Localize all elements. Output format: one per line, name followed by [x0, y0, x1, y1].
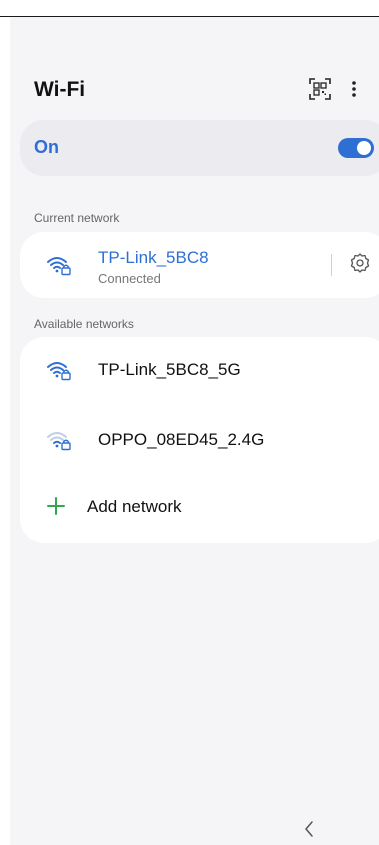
status-bar	[0, 0, 379, 17]
current-network-card[interactable]: TP-Link_5BC8 Connected	[20, 232, 379, 298]
wifi-lock-icon	[47, 257, 71, 276]
wifi-lock-weak-icon	[47, 432, 71, 451]
wifi-toggle-row[interactable]: On	[20, 120, 379, 176]
plus-icon	[47, 497, 65, 515]
network-name: OPPO_08ED45_2.4G	[98, 430, 265, 449]
wifi-settings-screen: Wi-Fi On Current network TP-Link_5BC8 Co…	[0, 0, 379, 845]
current-network-label: Current network	[34, 211, 120, 225]
qr-code-scan-icon[interactable]	[309, 78, 331, 100]
page-title: Wi-Fi	[34, 78, 86, 101]
more-vertical-icon[interactable]	[349, 78, 359, 100]
current-network-status: Connected	[98, 271, 161, 286]
vertical-divider	[331, 254, 332, 276]
wifi-toggle-switch[interactable]	[338, 138, 374, 158]
header: Wi-Fi	[10, 72, 379, 108]
network-item[interactable]: OPPO_08ED45_2.4G	[20, 407, 379, 473]
network-name: TP-Link_5BC8_5G	[98, 360, 241, 379]
back-chevron-icon[interactable]	[303, 820, 315, 838]
gear-icon[interactable]	[349, 252, 371, 274]
available-networks-label: Available networks	[34, 317, 134, 331]
add-network-label: Add network	[87, 497, 182, 516]
network-item[interactable]: TP-Link_5BC8_5G	[20, 337, 379, 403]
add-network-button[interactable]: Add network	[20, 475, 379, 537]
wifi-lock-icon	[47, 362, 71, 381]
wifi-toggle-label: On	[34, 137, 59, 157]
available-networks-card: TP-Link_5BC8_5G OPPO_08ED45_2.4G Add net…	[20, 337, 379, 543]
toggle-knob	[357, 141, 371, 155]
current-network-name: TP-Link_5BC8	[98, 248, 209, 267]
